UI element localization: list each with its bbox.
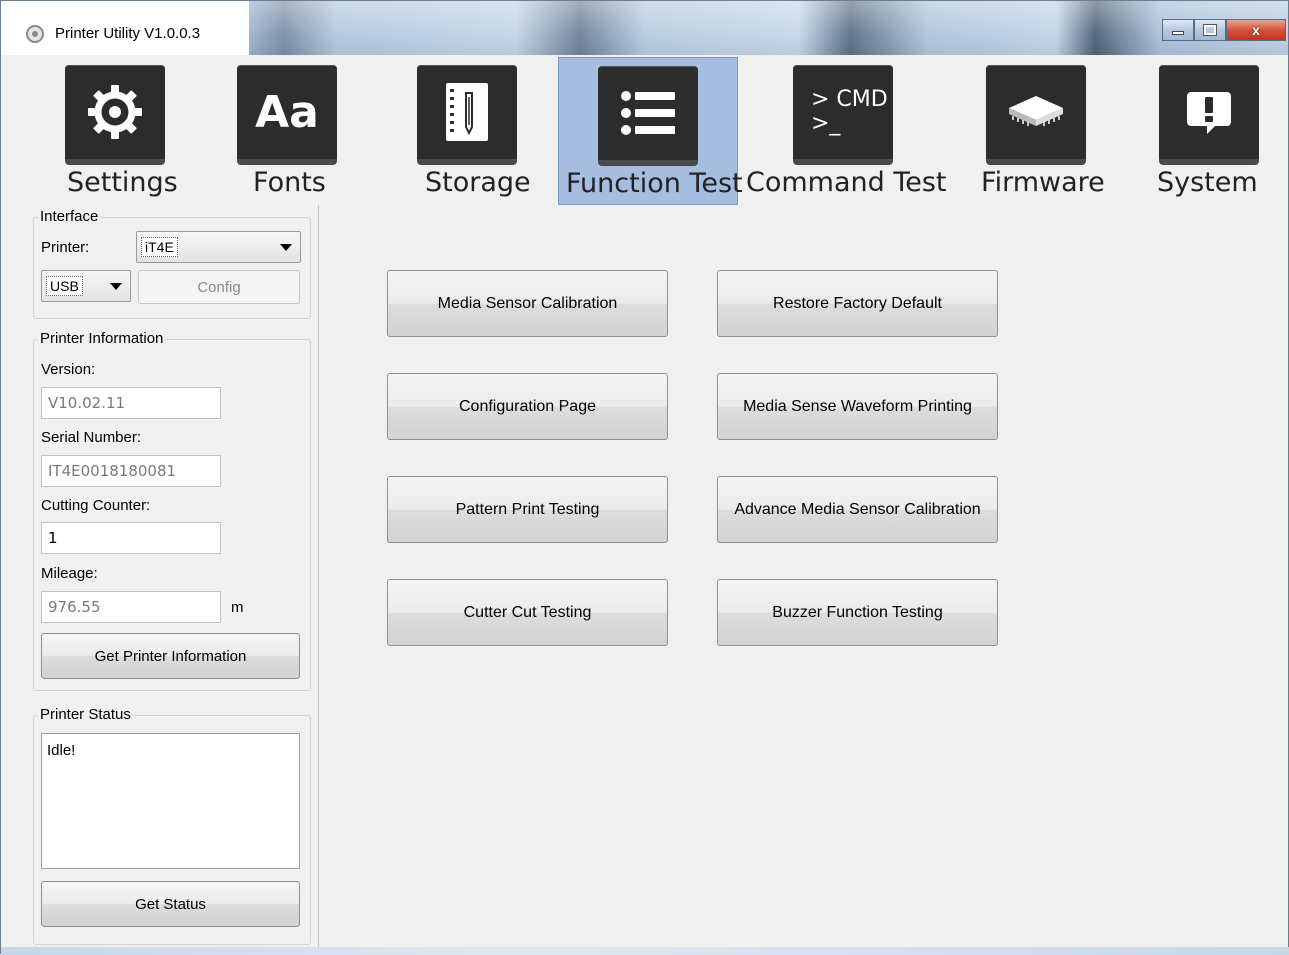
chip-icon [986, 65, 1086, 165]
buzzer-function-testing-button[interactable]: Buzzer Function Testing [717, 579, 998, 646]
tab-settings[interactable]: Settings [5, 57, 225, 205]
function-test-panel: Media Sensor Calibration Restore Factory… [320, 205, 1288, 953]
maximize-icon [1203, 24, 1217, 36]
tab-storage[interactable]: Storage [401, 57, 551, 205]
tab-command-test-label: Command Test [746, 167, 947, 198]
tab-function-test[interactable]: Function Test [558, 57, 743, 205]
port-select[interactable]: USB [41, 270, 131, 302]
status-textarea[interactable]: Idle! [41, 733, 300, 869]
tab-firmware[interactable]: Firmware [971, 57, 1111, 205]
cmd-icon-line1: > CMD [811, 87, 888, 112]
close-icon: x [1252, 22, 1260, 38]
serial-label: Serial Number: [41, 429, 142, 446]
tab-function-test-label: Function Test [566, 168, 743, 199]
advance-media-sensor-calibration-button[interactable]: Advance Media Sensor Calibration [717, 476, 998, 543]
cmd-icon-line2: >_ [811, 111, 841, 136]
tab-firmware-label: Firmware [981, 167, 1105, 198]
fonts-icon: Aa [237, 65, 337, 165]
gear-icon [65, 65, 165, 165]
tab-fonts-label: Fonts [253, 167, 326, 198]
tab-command-test[interactable]: > CMD >_ Command Test [743, 57, 947, 205]
main-toolbar: Settings Aa Fonts Storage Function Test … [1, 57, 1288, 205]
cutting-counter-label: Cutting Counter: [41, 497, 151, 514]
chevron-down-icon [110, 283, 122, 290]
chevron-down-icon [280, 244, 292, 251]
version-field[interactable]: V10.02.11 [41, 387, 221, 419]
window-title: Printer Utility V1.0.0.3 [55, 25, 201, 42]
printer-select[interactable]: iT4E [136, 231, 301, 263]
title-bar[interactable]: Printer Utility V1.0.0.3 x [1, 1, 1288, 55]
restore-factory-default-button[interactable]: Restore Factory Default [717, 270, 998, 337]
app-gear-icon [26, 25, 44, 43]
maximize-button[interactable] [1194, 19, 1226, 41]
mileage-unit: m [231, 599, 244, 616]
minimize-button[interactable] [1162, 19, 1194, 41]
window-controls: x [1162, 19, 1286, 41]
printer-select-value: iT4E [141, 237, 178, 257]
minimize-icon [1172, 31, 1184, 35]
storage-icon [417, 65, 517, 165]
mileage-label: Mileage: [41, 565, 98, 582]
tab-storage-label: Storage [425, 167, 531, 198]
config-button[interactable]: Config [138, 270, 300, 304]
serial-field[interactable]: IT4E0018180081 [41, 455, 221, 487]
alert-icon [1159, 65, 1259, 165]
mileage-field[interactable]: 976.55 [41, 591, 221, 623]
cutting-counter-field[interactable]: 1 [41, 522, 221, 554]
pattern-print-testing-button[interactable]: Pattern Print Testing [387, 476, 668, 543]
list-icon [598, 66, 698, 166]
printer-info-title: Printer Information [38, 330, 166, 347]
media-sense-waveform-button[interactable]: Media Sense Waveform Printing [717, 373, 998, 440]
port-select-value: USB [46, 276, 83, 296]
tab-settings-label: Settings [67, 167, 178, 198]
media-sensor-calibration-button[interactable]: Media Sensor Calibration [387, 270, 668, 337]
get-printer-info-button[interactable]: Get Printer Information [41, 633, 300, 679]
interface-group-title: Interface [38, 208, 101, 225]
tab-fonts[interactable]: Aa Fonts [229, 57, 337, 205]
tab-system[interactable]: System [1151, 57, 1271, 205]
version-label: Version: [41, 361, 96, 378]
get-status-button[interactable]: Get Status [41, 881, 300, 927]
close-button[interactable]: x [1226, 19, 1286, 41]
app-window: Printer Utility V1.0.0.3 x Settings Aa F… [0, 0, 1289, 955]
cmd-icon: > CMD >_ [793, 65, 893, 165]
printer-label: Printer: [41, 239, 90, 256]
left-panel: Interface Printer: iT4E USB Config Print… [3, 205, 319, 953]
cutter-cut-testing-button[interactable]: Cutter Cut Testing [387, 579, 668, 646]
printer-status-title: Printer Status [38, 706, 133, 723]
tab-system-label: System [1157, 167, 1258, 198]
configuration-page-button[interactable]: Configuration Page [387, 373, 668, 440]
